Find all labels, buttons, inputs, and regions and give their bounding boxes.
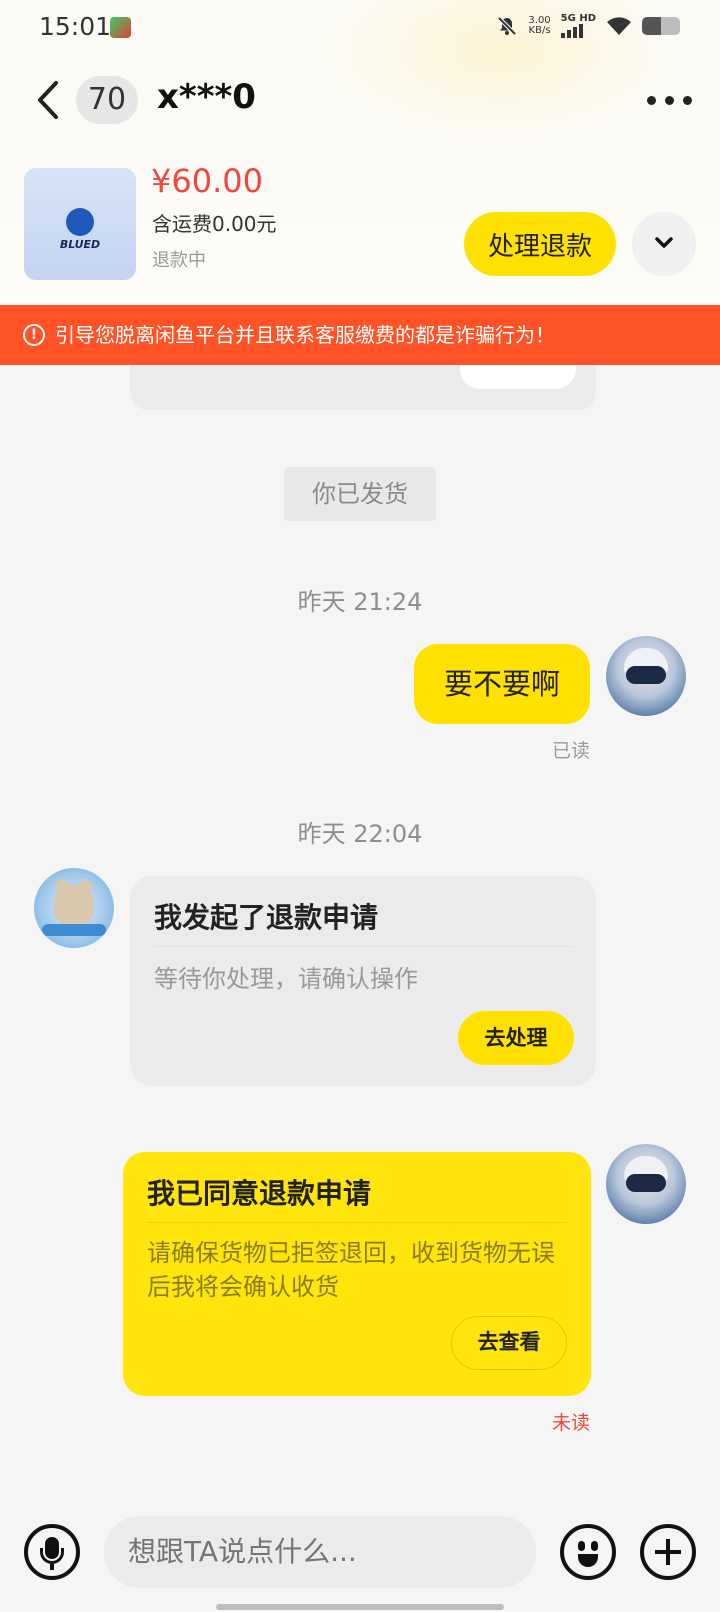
- system-message-shipped: 你已发货: [284, 467, 436, 521]
- status-time: 15:01: [39, 12, 112, 41]
- battery-fill: [642, 17, 661, 35]
- my-avatar[interactable]: [606, 1144, 686, 1224]
- message-timestamp: 昨天 22:04: [297, 820, 423, 848]
- shipping-info: 含运费0.00元: [152, 212, 277, 236]
- message-timestamp: 昨天 21:24: [297, 588, 423, 616]
- signal-bars-icon: [560, 24, 596, 38]
- battery-icon: [642, 17, 680, 35]
- more-options-button[interactable]: [646, 88, 692, 112]
- my-message-bubble[interactable]: 要不要啊: [414, 644, 590, 724]
- more-dot-icon: [682, 95, 692, 105]
- mute-bell-icon: [497, 16, 517, 36]
- emoji-button[interactable]: [560, 1524, 616, 1580]
- process-refund-button[interactable]: 处理退款: [464, 212, 616, 276]
- more-dot-icon: [646, 95, 656, 105]
- more-dot-icon: [664, 95, 674, 105]
- refund-agreed-desc: 请确保货物已拒签退回，收到货物无误后我将会确认收货: [147, 1239, 555, 1301]
- previous-message-card: [130, 365, 596, 410]
- chevron-left-icon: [38, 81, 58, 119]
- wifi-icon: [607, 17, 631, 35]
- card-divider: [154, 946, 572, 947]
- status-indicators: 3.00 KB/s 5G HD: [496, 14, 680, 38]
- network-speed: 3.00 KB/s: [528, 16, 550, 36]
- product-thumbnail-text: BLUED: [59, 238, 101, 251]
- product-price: ¥60.00: [151, 162, 263, 200]
- home-indicator[interactable]: [216, 1604, 504, 1610]
- voice-button[interactable]: [24, 1524, 80, 1580]
- card-divider: [147, 1222, 567, 1223]
- previous-card-button[interactable]: [460, 365, 576, 389]
- handle-refund-button[interactable]: 去处理: [458, 1011, 574, 1065]
- fraud-warning-text: 引导您脱离闲鱼平台并且联系客服缴费的都是诈骗行为！: [55, 323, 555, 347]
- refund-agreed-title: 我已同意退款申请: [147, 1177, 372, 1210]
- product-card[interactable]: BLUED ¥60.00 含运费0.00元 退款中 处理退款: [0, 162, 720, 282]
- chat-username[interactable]: x***0: [157, 77, 256, 117]
- read-status: 已读: [551, 740, 590, 762]
- refund-agreed-card[interactable]: 我已同意退款申请 请确保货物已拒签退回，收到货物无误后我将会确认收货 去查看: [123, 1152, 591, 1396]
- back-button[interactable]: [32, 80, 64, 120]
- avatar-face: [54, 884, 94, 926]
- chevron-down-icon: [655, 236, 673, 248]
- app-notification-icon: [110, 17, 131, 38]
- warning-icon: !: [23, 323, 45, 346]
- add-attachment-button[interactable]: [640, 1524, 696, 1580]
- chat-header: 70 x***0: [0, 68, 720, 132]
- refund-request-card[interactable]: 我发起了退款申请 等待你处理，请确认操作 去处理: [130, 876, 596, 1086]
- blued-logo-icon: [66, 208, 94, 236]
- signal-label: 5G HD: [560, 13, 596, 24]
- avatar-base: [42, 924, 106, 936]
- unread-count-badge[interactable]: 70: [76, 76, 138, 124]
- message-input-bar: [0, 1500, 720, 1612]
- view-details-button[interactable]: 去查看: [451, 1316, 567, 1370]
- unread-status: 未读: [551, 1412, 590, 1434]
- avatar-visor: [626, 666, 666, 684]
- network-speed-unit: KB/s: [528, 25, 551, 36]
- status-bar: 15:01 3.00 KB/s 5G HD: [0, 0, 720, 56]
- expand-button[interactable]: [632, 212, 696, 276]
- message-input[interactable]: [104, 1516, 536, 1588]
- avatar-visor: [626, 1174, 666, 1192]
- fraud-warning-banner: ! 引导您脱离闲鱼平台并且联系客服缴费的都是诈骗行为！: [0, 305, 720, 365]
- order-status: 退款中: [152, 250, 206, 271]
- signal-indicator: 5G HD: [560, 13, 596, 38]
- my-avatar[interactable]: [606, 636, 686, 716]
- refund-request-title: 我发起了退款申请: [154, 901, 379, 934]
- product-thumbnail[interactable]: BLUED: [24, 168, 136, 280]
- seller-avatar[interactable]: [34, 868, 114, 948]
- refund-request-desc: 等待你处理，请确认操作: [154, 965, 418, 993]
